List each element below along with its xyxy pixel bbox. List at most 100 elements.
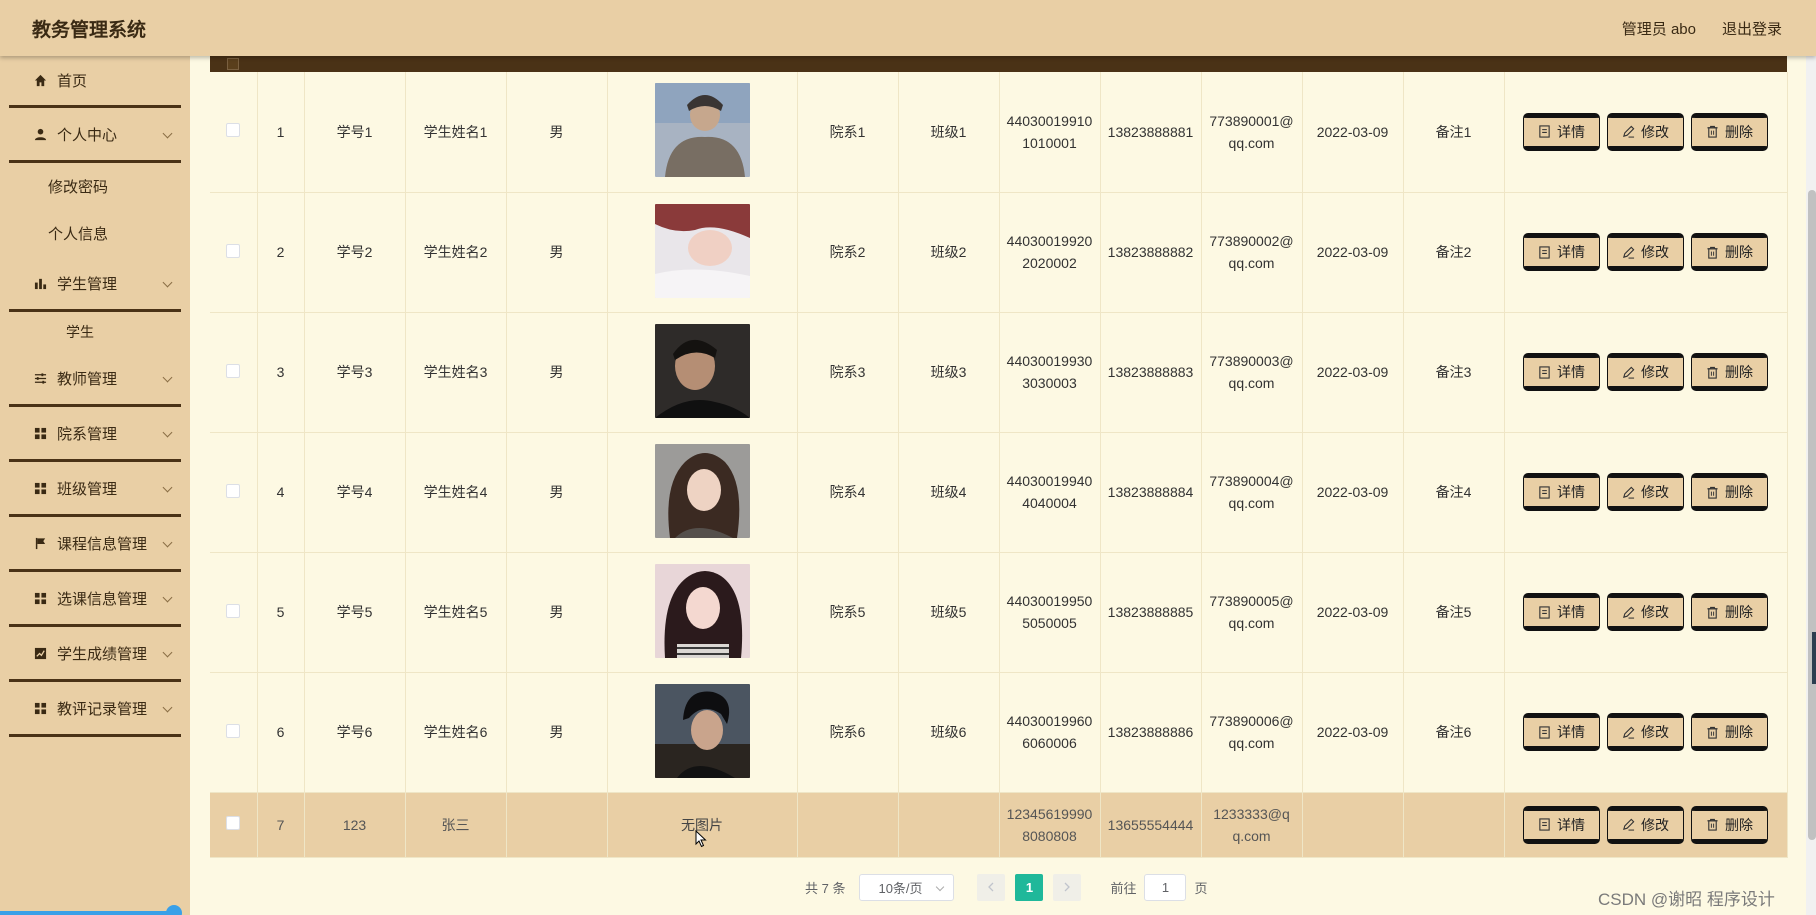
logout-link[interactable]: 退出登录 [1722, 18, 1782, 39]
delete-button[interactable]: 删除 [1691, 233, 1768, 271]
sidebar-item-student[interactable]: 学生 [0, 312, 190, 352]
current-user-label[interactable]: 管理员 abo [1622, 18, 1696, 39]
student-photo[interactable] [654, 443, 750, 538]
cell-name: 学生姓名6 [405, 672, 507, 793]
sidebar-item-class-management[interactable]: 班级管理 [9, 462, 181, 517]
prev-page-button[interactable] [977, 873, 1006, 901]
sidebar-item-department-management[interactable]: 院系管理 [9, 407, 181, 462]
cell-email: 1233333@qq.com [1213, 805, 1290, 844]
top-bar: 教务管理系统 管理员 abo 退出登录 [0, 0, 1816, 56]
cell-name: 学生姓名4 [405, 432, 507, 553]
row-checkbox[interactable] [226, 816, 241, 830]
cell-remark: 备注5 [1403, 552, 1505, 673]
cell-class: 班级2 [898, 192, 1000, 313]
row-checkbox[interactable] [226, 483, 241, 498]
cell-class: 班级3 [898, 312, 1000, 433]
table-row[interactable]: 4 学号4 学生姓名4 男 院系4 班级4 440300199404040004… [210, 432, 1788, 553]
document-icon [1539, 485, 1550, 499]
table-row[interactable]: 3 学号3 学生姓名3 男 院系3 班级3 440300199303030003… [210, 312, 1788, 433]
sidebar-item-personal-info[interactable]: 个人信息 [0, 210, 190, 257]
sidebar-item-course-selection-management[interactable]: 选课信息管理 [9, 572, 181, 627]
cell-index: 1 [257, 72, 305, 193]
select-all-checkbox[interactable] [227, 58, 239, 70]
bar-chart-icon [33, 276, 47, 290]
document-icon [1539, 125, 1550, 138]
row-checkbox[interactable] [226, 603, 241, 618]
detail-button[interactable]: 详情 [1523, 473, 1600, 511]
row-checkbox[interactable] [226, 723, 241, 738]
row-checkbox[interactable] [226, 243, 241, 258]
edit-button[interactable]: 修改 [1607, 353, 1684, 391]
detail-button[interactable]: 详情 [1523, 112, 1600, 151]
delete-button[interactable]: 删除 [1691, 473, 1768, 511]
sidebar-item-label: 班级管理 [57, 480, 118, 498]
next-page-button[interactable] [1053, 873, 1082, 901]
horizontal-scrollbar[interactable] [0, 911, 178, 915]
cell-student-no: 学号4 [304, 432, 406, 553]
goto-page-input[interactable] [1144, 873, 1187, 901]
delete-button[interactable]: 删除 [1691, 805, 1768, 844]
trash-icon [1707, 606, 1718, 619]
table-row[interactable]: 2 学号2 学生姓名2 男 院系2 班级2 440300199202020002… [210, 192, 1788, 313]
mouse-cursor-icon [695, 830, 707, 848]
sidebar-item-label: 个人中心 [57, 126, 118, 144]
sidebar: 首页 个人中心 修改密码 个人信息 学生管理 学生 教师管理 院系管理 班级管理… [0, 56, 190, 915]
edit-button[interactable]: 修改 [1607, 112, 1684, 151]
cell-remark: 备注2 [1403, 192, 1505, 313]
delete-button[interactable]: 删除 [1691, 593, 1768, 631]
row-checkbox[interactable] [226, 123, 241, 138]
page-number-current[interactable]: 1 [1015, 873, 1044, 901]
sidebar-item-grade-management[interactable]: 学生成绩管理 [9, 627, 181, 682]
cell-index: 5 [257, 552, 305, 673]
student-photo[interactable] [654, 323, 750, 418]
sidebar-item-personal-center[interactable]: 个人中心 [9, 108, 181, 163]
sidebar-item-label: 课程信息管理 [57, 535, 148, 553]
student-photo[interactable] [654, 203, 750, 298]
delete-button[interactable]: 删除 [1691, 353, 1768, 391]
detail-button[interactable]: 详情 [1523, 805, 1600, 844]
detail-button[interactable]: 详情 [1523, 593, 1600, 631]
chevron-down-icon [162, 647, 173, 658]
cell-index: 7 [257, 792, 305, 858]
edit-button[interactable]: 修改 [1607, 233, 1684, 271]
table-row[interactable]: 7 123 张三 无图片 123456199908080808 13655554… [210, 792, 1788, 858]
table-row[interactable]: 1 学号1 学生姓名1 男 院系1 班级1 440300199101010001… [210, 72, 1788, 193]
cell-student-no: 123 [304, 792, 406, 858]
detail-button[interactable]: 详情 [1523, 233, 1600, 271]
sidebar-item-teacher-management[interactable]: 教师管理 [9, 352, 181, 407]
delete-button[interactable]: 删除 [1691, 713, 1768, 751]
sidebar-item-home[interactable]: 首页 [9, 56, 181, 108]
row-checkbox[interactable] [226, 363, 241, 378]
sidebar-item-change-password[interactable]: 修改密码 [0, 163, 190, 210]
delete-button[interactable]: 删除 [1691, 112, 1768, 151]
cell-class: 班级4 [898, 432, 1000, 553]
cell-phone: 13823888882 [1107, 244, 1194, 260]
edit-button[interactable]: 修改 [1607, 593, 1684, 631]
student-photo[interactable] [654, 563, 750, 658]
student-photo[interactable] [654, 83, 750, 178]
sidebar-item-evaluation-management[interactable]: 教评记录管理 [9, 682, 181, 737]
detail-button[interactable]: 详情 [1523, 353, 1600, 391]
cell-phone: 13823888885 [1107, 604, 1194, 620]
student-photo[interactable] [654, 683, 750, 778]
sidebar-item-label: 院系管理 [57, 425, 118, 443]
table-row[interactable]: 6 学号6 学生姓名6 男 院系6 班级6 440300199606060006… [210, 672, 1788, 793]
sidebar-item-student-management[interactable]: 学生管理 [9, 257, 181, 312]
edit-button[interactable]: 修改 [1607, 805, 1684, 844]
trash-icon [1707, 366, 1718, 379]
table-row[interactable]: 5 学号5 学生姓名5 男 院系5 班级5 440300199505050005… [210, 552, 1788, 673]
scroll-handle[interactable] [166, 905, 182, 915]
pagination: 共 7 条 10条/页 1 前往 页 [805, 873, 1208, 901]
cell-class [898, 792, 1000, 858]
detail-button[interactable]: 详情 [1523, 713, 1600, 751]
cell-department: 院系2 [797, 192, 899, 313]
edit-button[interactable]: 修改 [1607, 473, 1684, 511]
sidebar-item-course-management[interactable]: 课程信息管理 [9, 517, 181, 572]
page-size-select[interactable]: 10条/页 [859, 873, 955, 901]
chevron-down-icon [162, 702, 173, 713]
cell-date: 2022-03-09 [1302, 552, 1404, 673]
document-icon [1539, 245, 1550, 259]
edit-button[interactable]: 修改 [1607, 713, 1684, 751]
vertical-scrollbar-thumb[interactable] [1808, 190, 1816, 840]
chevron-down-icon [162, 537, 173, 548]
